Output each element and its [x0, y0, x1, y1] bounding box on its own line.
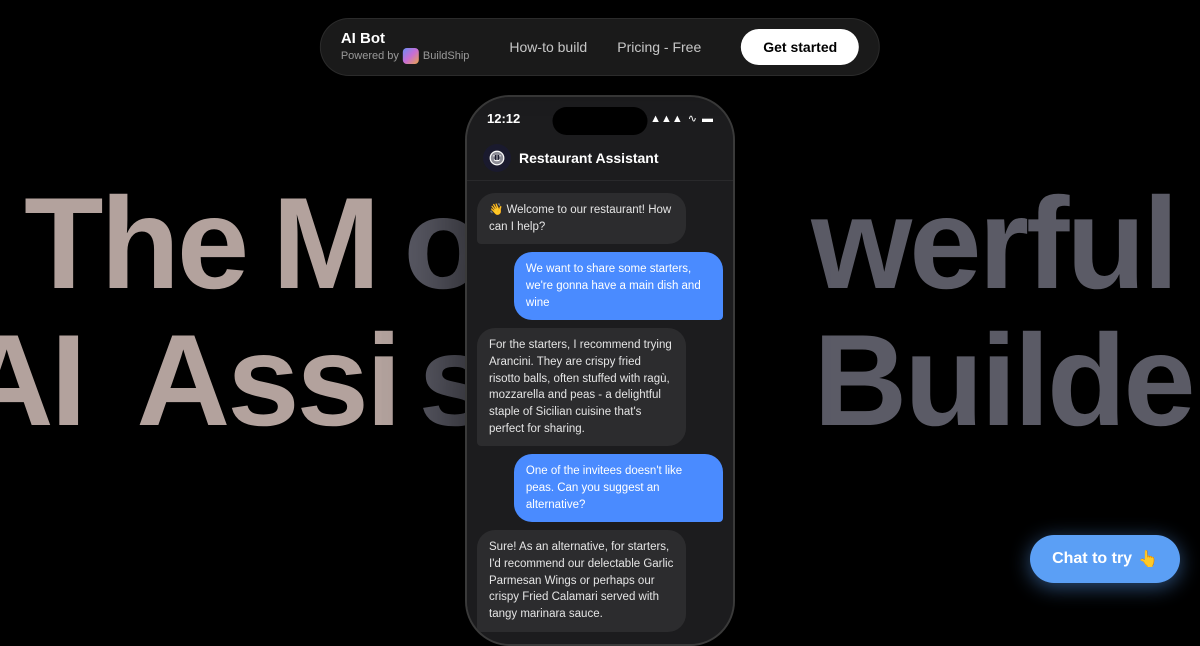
- phone-mockup: 12:12 ▲▲▲ ∿ ▬ Restaurant Assistant 👋 Wel…: [465, 95, 735, 646]
- get-started-button[interactable]: Get started: [741, 29, 859, 65]
- dynamic-island: [553, 107, 648, 135]
- message-2: We want to share some starters, we're go…: [514, 252, 723, 320]
- nav-how-to-build[interactable]: How-to build: [509, 39, 587, 55]
- nav-pricing[interactable]: Pricing - Free: [617, 39, 701, 55]
- signal-icon: ▲▲▲: [650, 113, 683, 125]
- phone-time: 12:12: [487, 111, 520, 126]
- wifi-icon: ∿: [688, 112, 697, 125]
- bg-word-mo: M: [272, 175, 377, 312]
- message-5: Sure! As an alternative, for starters, I…: [477, 530, 686, 631]
- bg-word-ai: AI: [0, 312, 84, 449]
- bg-word-the: The: [24, 175, 246, 312]
- message-1: 👋 Welcome to our restaurant! How can I h…: [477, 193, 686, 244]
- buildship-logo-icon: [403, 48, 419, 64]
- message-4: One of the invitees doesn't like peas. C…: [514, 454, 723, 522]
- chat-try-label: Chat to try: [1052, 550, 1132, 568]
- phone-frame: 12:12 ▲▲▲ ∿ ▬ Restaurant Assistant 👋 Wel…: [465, 95, 735, 646]
- chat-try-emoji: 👆: [1138, 549, 1158, 569]
- battery-icon: ▬: [702, 113, 713, 125]
- navbar-powered: Powered by BuildShip: [341, 48, 470, 64]
- chat-messages[interactable]: 👋 Welcome to our restaurant! How can I h…: [467, 181, 733, 644]
- chat-header: Restaurant Assistant: [467, 132, 733, 181]
- message-3: For the starters, I recommend trying Ara…: [477, 328, 686, 446]
- chat-bot-icon: [483, 144, 511, 172]
- navbar: AI Bot Powered by BuildShip How-to build…: [320, 18, 880, 76]
- chat-title: Restaurant Assistant: [519, 150, 659, 166]
- navbar-title: AI Bot: [341, 30, 470, 48]
- bg-word-assi: Assi: [103, 312, 399, 449]
- navbar-brand: AI Bot Powered by BuildShip: [341, 30, 470, 64]
- phone-status-icons: ▲▲▲ ∿ ▬: [650, 112, 713, 125]
- phone-status-bar: 12:12 ▲▲▲ ∿ ▬: [467, 97, 733, 132]
- navbar-links: How-to build Pricing - Free: [509, 39, 701, 55]
- chat-to-try-button[interactable]: Chat to try 👆: [1030, 535, 1180, 583]
